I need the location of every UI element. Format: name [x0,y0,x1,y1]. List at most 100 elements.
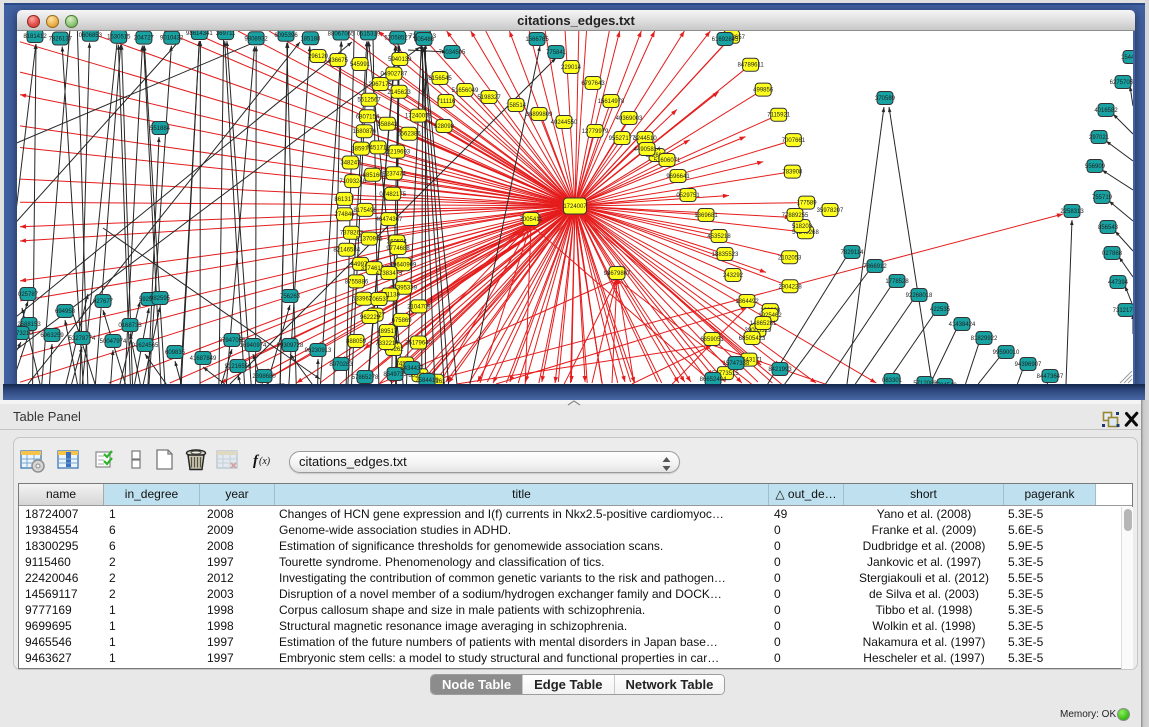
svg-text:15747338: 15747338 [723,361,750,367]
svg-text:8755886: 8755886 [345,279,369,285]
svg-text:706537: 706537 [369,297,390,303]
svg-text:44905814: 44905814 [634,147,661,153]
svg-text:422535: 422535 [930,307,951,313]
svg-text:2398680: 2398680 [252,374,276,380]
svg-text:40369003: 40369003 [616,116,643,122]
svg-text:7005411: 7005411 [520,217,544,223]
svg-text:62757059: 62757059 [1110,80,1133,86]
svg-text:8434437: 8434437 [400,366,424,372]
svg-text:982595: 982595 [150,296,171,302]
svg-text:51656049: 51656049 [452,88,479,94]
svg-text:2904228: 2904228 [778,284,802,290]
svg-text:888059: 888059 [346,339,367,345]
svg-text:185188: 185188 [300,36,321,42]
svg-text:756263: 756263 [280,294,301,300]
svg-text:962229: 962229 [360,315,381,321]
svg-text:5512567: 5512567 [357,98,381,104]
svg-text:0515319: 0515319 [357,31,381,37]
svg-text:7826137: 7826137 [49,37,73,43]
svg-text:775841: 775841 [546,50,567,56]
svg-text:8549733: 8549733 [383,372,407,378]
svg-text:5198327: 5198327 [477,95,501,101]
svg-text:836675: 836675 [328,58,349,64]
svg-text:1864492: 1864492 [735,299,759,305]
svg-text:81829922: 81829922 [971,336,998,342]
svg-text:027677: 027677 [93,299,114,305]
svg-text:82146584: 82146584 [333,248,360,254]
svg-text:99590010: 99590010 [993,350,1020,356]
svg-text:88067065: 88067065 [328,32,355,38]
svg-text:8181412: 8181412 [23,34,47,40]
svg-text:46474367: 46474367 [376,217,403,223]
svg-text:2145623: 2145623 [387,90,411,96]
svg-text:51606071: 51606071 [654,158,681,164]
svg-text:73121727: 73121727 [1113,308,1133,314]
svg-text:04902787: 04902787 [381,72,408,78]
svg-text:14865281: 14865281 [750,321,777,327]
svg-text:499856: 499856 [753,88,774,94]
svg-text:274846: 274846 [334,212,355,218]
svg-text:609835: 609835 [165,350,186,356]
svg-text:856543: 856543 [1098,225,1119,231]
svg-text:61692845: 61692845 [712,37,739,43]
svg-text:94396907: 94396907 [1015,362,1042,368]
svg-text:556909: 556909 [1085,164,1106,170]
svg-text:86652404: 86652404 [700,377,727,383]
svg-text:1473210: 1473210 [17,331,33,337]
svg-text:6156545: 6156545 [428,76,452,82]
svg-text:15614978: 15614978 [598,99,625,105]
svg-text:84789611: 84789611 [737,63,764,69]
svg-text:711116: 711116 [437,99,456,105]
svg-text:1530515: 1530515 [107,35,131,41]
svg-text:36899809: 36899809 [526,112,553,118]
svg-text:4535218: 4535218 [707,234,731,240]
svg-text:447394: 447394 [1108,280,1129,286]
svg-text:99309728: 99309728 [277,343,304,349]
svg-text:5940139: 5940139 [388,57,412,63]
svg-text:16940974: 16940974 [240,343,267,349]
svg-text:71093248: 71093248 [339,179,366,185]
svg-text:518203: 518203 [792,224,813,230]
svg-text:9808932: 9808932 [244,36,268,42]
svg-text:51370985: 51370985 [356,237,383,243]
svg-text:01624565: 01624565 [132,343,159,349]
svg-text:1724007: 1724007 [563,204,587,210]
svg-text:7451712: 7451712 [366,145,390,151]
svg-text:26179640: 26179640 [405,341,432,347]
svg-text:(x): (x) [259,456,271,467]
svg-text:861317: 861317 [334,197,355,203]
svg-text:675869: 675869 [392,318,413,324]
svg-text:204727: 204727 [134,36,155,42]
svg-text:229014: 229014 [561,65,582,71]
svg-text:35978207: 35978207 [817,208,844,214]
svg-text:6807154: 6807154 [356,114,380,120]
svg-text:52058527: 52058527 [384,36,411,42]
svg-text:9237474: 9237474 [383,171,407,177]
svg-text:2258313: 2258313 [1060,209,1084,215]
svg-text:528098: 528098 [434,124,455,130]
svg-text:296120: 296120 [308,54,329,60]
svg-text:41687849: 41687849 [190,356,217,362]
svg-text:755719: 755719 [1092,195,1113,201]
svg-text:369711: 369711 [216,31,236,37]
svg-text:47383473: 47383473 [376,271,403,277]
svg-text:74034505: 74034505 [439,50,466,56]
svg-text:9010432: 9010432 [160,36,184,42]
svg-text:6095396: 6095396 [274,33,298,39]
svg-text:694958: 694958 [55,309,76,315]
svg-text:96230913: 96230913 [305,348,332,354]
svg-text:6963259: 6963259 [40,333,64,339]
svg-text:1680876: 1680876 [353,129,377,135]
svg-text:8970283: 8970283 [329,362,353,368]
svg-text:7829114: 7829114 [841,250,865,256]
svg-text:370589: 370589 [875,96,896,102]
svg-text:1566765: 1566765 [525,37,549,43]
svg-text:297021: 297021 [1089,135,1110,141]
svg-text:305486: 305486 [414,37,435,43]
svg-text:98679807: 98679807 [604,271,631,277]
svg-text:57865278: 57865278 [352,375,379,381]
svg-text:7115921: 7115921 [767,113,791,119]
svg-text:98614341: 98614341 [186,31,213,37]
svg-text:289517: 289517 [377,329,398,335]
svg-text:12779979: 12779979 [582,129,609,135]
